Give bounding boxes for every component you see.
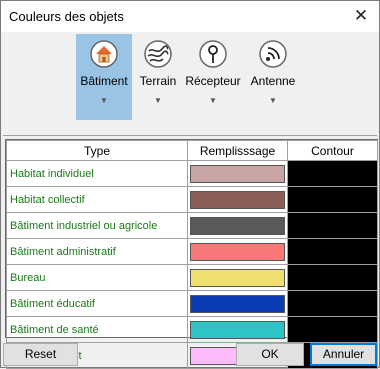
- contour-color-cell[interactable]: [287, 264, 378, 291]
- table-row[interactable]: Bâtiment administratif: [6, 238, 378, 265]
- fill-color-swatch[interactable]: [190, 294, 285, 313]
- table-row[interactable]: Habitat individuel: [6, 160, 378, 187]
- table-row[interactable]: Habitat collectif: [6, 186, 378, 213]
- title-bar: Couleurs des objets ✕: [1, 1, 379, 32]
- fill-color-swatch[interactable]: [190, 216, 285, 235]
- dialog-window: Couleurs des objets ✕ Bâtiment ▼ Terrain: [0, 0, 380, 369]
- receiver-icon: [199, 40, 227, 68]
- row-type-label: Bâtiment administratif: [6, 238, 188, 265]
- row-type-label: Bâtiment de santé: [6, 316, 188, 343]
- fill-color-swatch[interactable]: [190, 164, 285, 183]
- contour-color-cell[interactable]: [287, 186, 378, 213]
- cancel-button[interactable]: Annuler: [310, 343, 377, 366]
- close-icon[interactable]: ✕: [351, 6, 371, 26]
- row-type-label: Bâtiment industriel ou agricole: [6, 212, 188, 239]
- terrain-icon: [144, 40, 172, 68]
- ribbon-label: Récepteur: [185, 74, 241, 88]
- building-icon: [90, 40, 118, 68]
- fill-color-cell[interactable]: [187, 186, 288, 213]
- contour-color-cell[interactable]: [287, 160, 378, 187]
- ribbon-label: Bâtiment: [80, 74, 128, 88]
- fill-color-swatch[interactable]: [190, 242, 285, 261]
- contour-color-cell[interactable]: [287, 212, 378, 239]
- reset-button[interactable]: Reset: [3, 343, 78, 366]
- fill-color-cell[interactable]: [187, 290, 288, 317]
- chevron-down-icon: ▼: [269, 96, 277, 105]
- fill-color-swatch[interactable]: [190, 268, 285, 287]
- table-row[interactable]: Bâtiment éducatif: [6, 290, 378, 317]
- row-type-label: Bâtiment éducatif: [6, 290, 188, 317]
- table-row[interactable]: Bureau: [6, 264, 378, 291]
- row-type-label: Bureau: [6, 264, 188, 291]
- ribbon-label: Antenne: [250, 74, 296, 88]
- colors-grid: Type Remplisssage Contour Habitat indivi…: [5, 139, 378, 369]
- ribbon-button-recepteur[interactable]: Récepteur ▼: [185, 34, 241, 120]
- table-header-row: Type Remplisssage Contour: [6, 140, 378, 161]
- table-row[interactable]: Bâtiment industriel ou agricole: [6, 212, 378, 239]
- fill-color-cell[interactable]: [187, 160, 288, 187]
- ok-button[interactable]: OK: [236, 343, 304, 366]
- row-type-label: Habitat individuel: [6, 160, 188, 187]
- chevron-down-icon: ▼: [154, 96, 162, 105]
- column-header-type: Type: [6, 140, 188, 161]
- column-header-fill: Remplisssage: [187, 140, 288, 161]
- fill-color-cell[interactable]: [187, 316, 288, 343]
- contour-color-cell[interactable]: [287, 290, 378, 317]
- ribbon-divider: [3, 135, 377, 136]
- table-row[interactable]: Bâtiment de santé: [6, 316, 378, 343]
- contour-color-cell[interactable]: [287, 316, 378, 343]
- fill-color-swatch[interactable]: [190, 320, 285, 339]
- fill-color-swatch[interactable]: [190, 190, 285, 209]
- fill-color-cell[interactable]: [187, 212, 288, 239]
- chevron-down-icon: ▼: [209, 96, 217, 105]
- contour-color-cell[interactable]: [287, 238, 378, 265]
- category-ribbon: Bâtiment ▼ Terrain ▼ Récepteur ▼ Antenne…: [3, 32, 377, 135]
- chevron-down-icon: ▼: [100, 96, 108, 105]
- column-header-contour: Contour: [287, 140, 378, 161]
- ribbon-button-terrain[interactable]: Terrain ▼: [130, 34, 186, 120]
- dialog-title: Couleurs des objets: [9, 9, 124, 24]
- ribbon-button-antenne[interactable]: Antenne ▼: [245, 34, 301, 120]
- row-type-label: Habitat collectif: [6, 186, 188, 213]
- antenna-icon: [259, 40, 287, 68]
- fill-color-cell[interactable]: [187, 238, 288, 265]
- ribbon-button-batiment[interactable]: Bâtiment ▼: [76, 34, 132, 120]
- ribbon-label: Terrain: [139, 74, 177, 88]
- fill-color-cell[interactable]: [187, 264, 288, 291]
